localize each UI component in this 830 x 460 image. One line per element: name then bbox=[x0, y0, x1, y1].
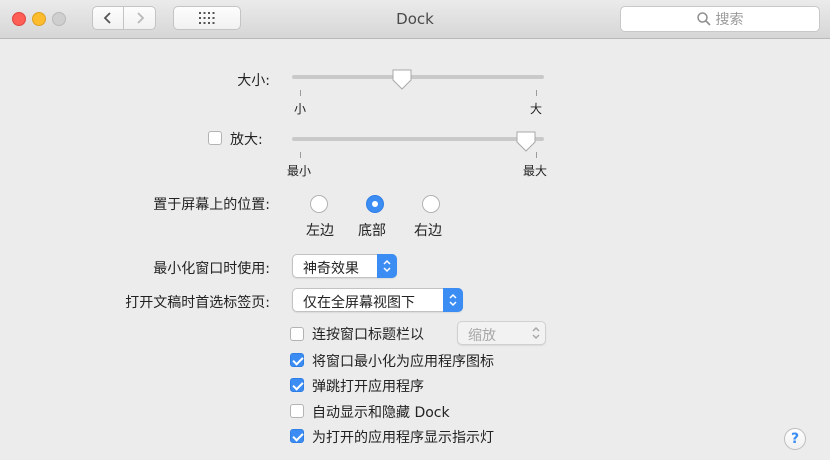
magnification-checkbox[interactable] bbox=[208, 131, 222, 145]
size-slider-track[interactable] bbox=[292, 75, 544, 79]
size-min-label: 小 bbox=[294, 102, 307, 116]
magnification-slider-track[interactable] bbox=[292, 137, 544, 141]
search-placeholder: 搜索 bbox=[715, 12, 744, 28]
title-bar: Dock 搜索 bbox=[0, 0, 830, 39]
position-right-radio[interactable] bbox=[422, 195, 440, 213]
search-icon bbox=[696, 12, 711, 26]
position-left-radio[interactable] bbox=[310, 195, 328, 213]
prefer-tabs-label: 打开文稿时首选标签页: bbox=[125, 295, 270, 311]
double-click-title-bar-checkbox[interactable] bbox=[290, 327, 304, 341]
search-field[interactable]: 搜索 bbox=[620, 6, 820, 32]
position-bottom-radio[interactable] bbox=[366, 195, 384, 213]
minimize-effect-popup[interactable]: 神奇效果 bbox=[292, 254, 397, 278]
prefer-tabs-popup[interactable]: 仅在全屏幕视图下 bbox=[292, 288, 463, 312]
popup-arrows-icon bbox=[443, 288, 463, 312]
minimize-effect-label: 最小化窗口时使用: bbox=[153, 261, 270, 277]
bounce-open-apps-checkbox[interactable] bbox=[290, 378, 304, 392]
magnification-min-label: 最小 bbox=[287, 164, 312, 178]
minimize-to-app-icon-label: 将窗口最小化为应用程序图标 bbox=[312, 354, 494, 370]
magnification-label: 放大: bbox=[230, 132, 263, 148]
magnification-slider-thumb[interactable] bbox=[515, 130, 537, 152]
position-right-label: 右边 bbox=[414, 223, 442, 239]
auto-hide-dock-label: 自动显示和隐藏 Dock bbox=[312, 405, 450, 421]
magnification-tick-max bbox=[536, 152, 537, 158]
show-indicators-label: 为打开的应用程序显示指示灯 bbox=[312, 430, 494, 446]
size-tick-min bbox=[300, 90, 301, 96]
double-click-title-bar-label: 连按窗口标题栏以 bbox=[312, 327, 424, 343]
double-click-action-value: 缩放 bbox=[468, 328, 496, 344]
position-bottom-label: 底部 bbox=[358, 223, 386, 239]
prefer-tabs-value: 仅在全屏幕视图下 bbox=[303, 295, 415, 311]
size-tick-max bbox=[536, 90, 537, 96]
position-label: 置于屏幕上的位置: bbox=[153, 197, 270, 213]
magnification-max-label: 最大 bbox=[523, 164, 548, 178]
auto-hide-dock-checkbox[interactable] bbox=[290, 404, 304, 418]
popup-arrows-icon bbox=[526, 321, 546, 345]
popup-arrows-icon bbox=[377, 254, 397, 278]
minimize-effect-value: 神奇效果 bbox=[303, 261, 359, 277]
size-slider-thumb[interactable] bbox=[391, 68, 413, 90]
position-left-label: 左边 bbox=[306, 223, 334, 239]
magnification-tick-min bbox=[300, 152, 301, 158]
bounce-open-apps-label: 弹跳打开应用程序 bbox=[312, 379, 424, 395]
help-button[interactable]: ? bbox=[784, 428, 806, 450]
minimize-to-app-icon-checkbox[interactable] bbox=[290, 353, 304, 367]
size-max-label: 大 bbox=[530, 102, 543, 116]
double-click-action-popup[interactable]: 缩放 bbox=[457, 321, 546, 345]
size-label: 大小: bbox=[237, 73, 270, 89]
show-indicators-checkbox[interactable] bbox=[290, 429, 304, 443]
